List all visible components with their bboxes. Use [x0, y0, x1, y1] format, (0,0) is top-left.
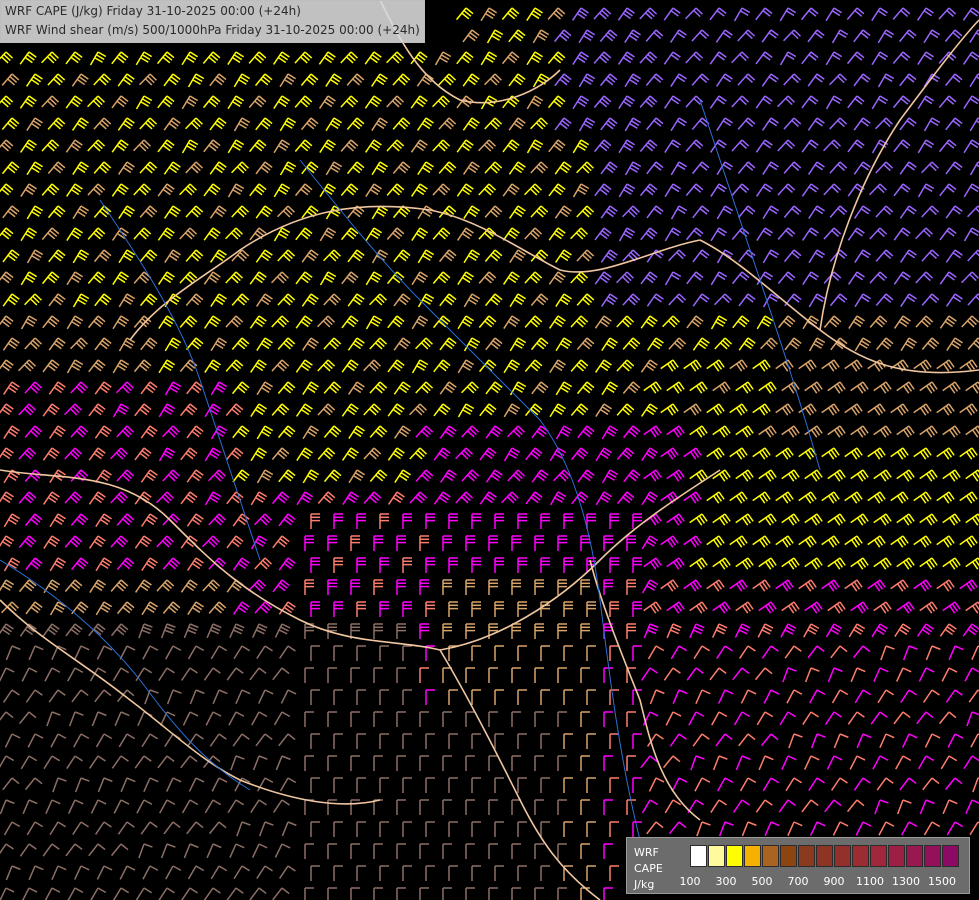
wind-shear-title: WRF Wind shear (m/s) 500/1000hPa Friday … [5, 23, 420, 37]
legend-swatch [924, 845, 941, 867]
legend-swatch [834, 845, 851, 867]
legend-swatch [798, 845, 815, 867]
legend-swatch [708, 845, 725, 867]
legend-swatch [816, 845, 833, 867]
wind-barb-map [0, 0, 979, 900]
legend-title: WRF CAPE J/kg [634, 845, 663, 893]
legend-swatch [690, 845, 707, 867]
legend-swatch [888, 845, 905, 867]
legend-label-cape: CAPE [634, 862, 663, 875]
legend-tick-label: 100 [679, 875, 701, 888]
legend-tick-label: 1100 [856, 875, 884, 888]
legend-swatch [762, 845, 779, 867]
legend-tick-label: 700 [787, 875, 809, 888]
legend-tick-label: 1500 [928, 875, 956, 888]
legend-tick-label: 1300 [892, 875, 920, 888]
map-title-box: WRF CAPE (J/kg) Friday 31-10-2025 00:00 … [0, 0, 425, 43]
legend-swatch [906, 845, 923, 867]
legend-swatch [744, 845, 761, 867]
legend-swatch [870, 845, 887, 867]
legend-tick-label: 900 [823, 875, 845, 888]
legend-swatch [726, 845, 743, 867]
legend-swatch [780, 845, 797, 867]
legend-label-wrf: WRF [634, 846, 659, 859]
legend-swatch [942, 845, 959, 867]
legend-swatch [852, 845, 869, 867]
legend-tick-label: 500 [751, 875, 773, 888]
legend-tick-label: 300 [715, 875, 737, 888]
cape-title: WRF CAPE (J/kg) Friday 31-10-2025 00:00 … [5, 4, 301, 18]
legend-label-units: J/kg [634, 878, 655, 891]
